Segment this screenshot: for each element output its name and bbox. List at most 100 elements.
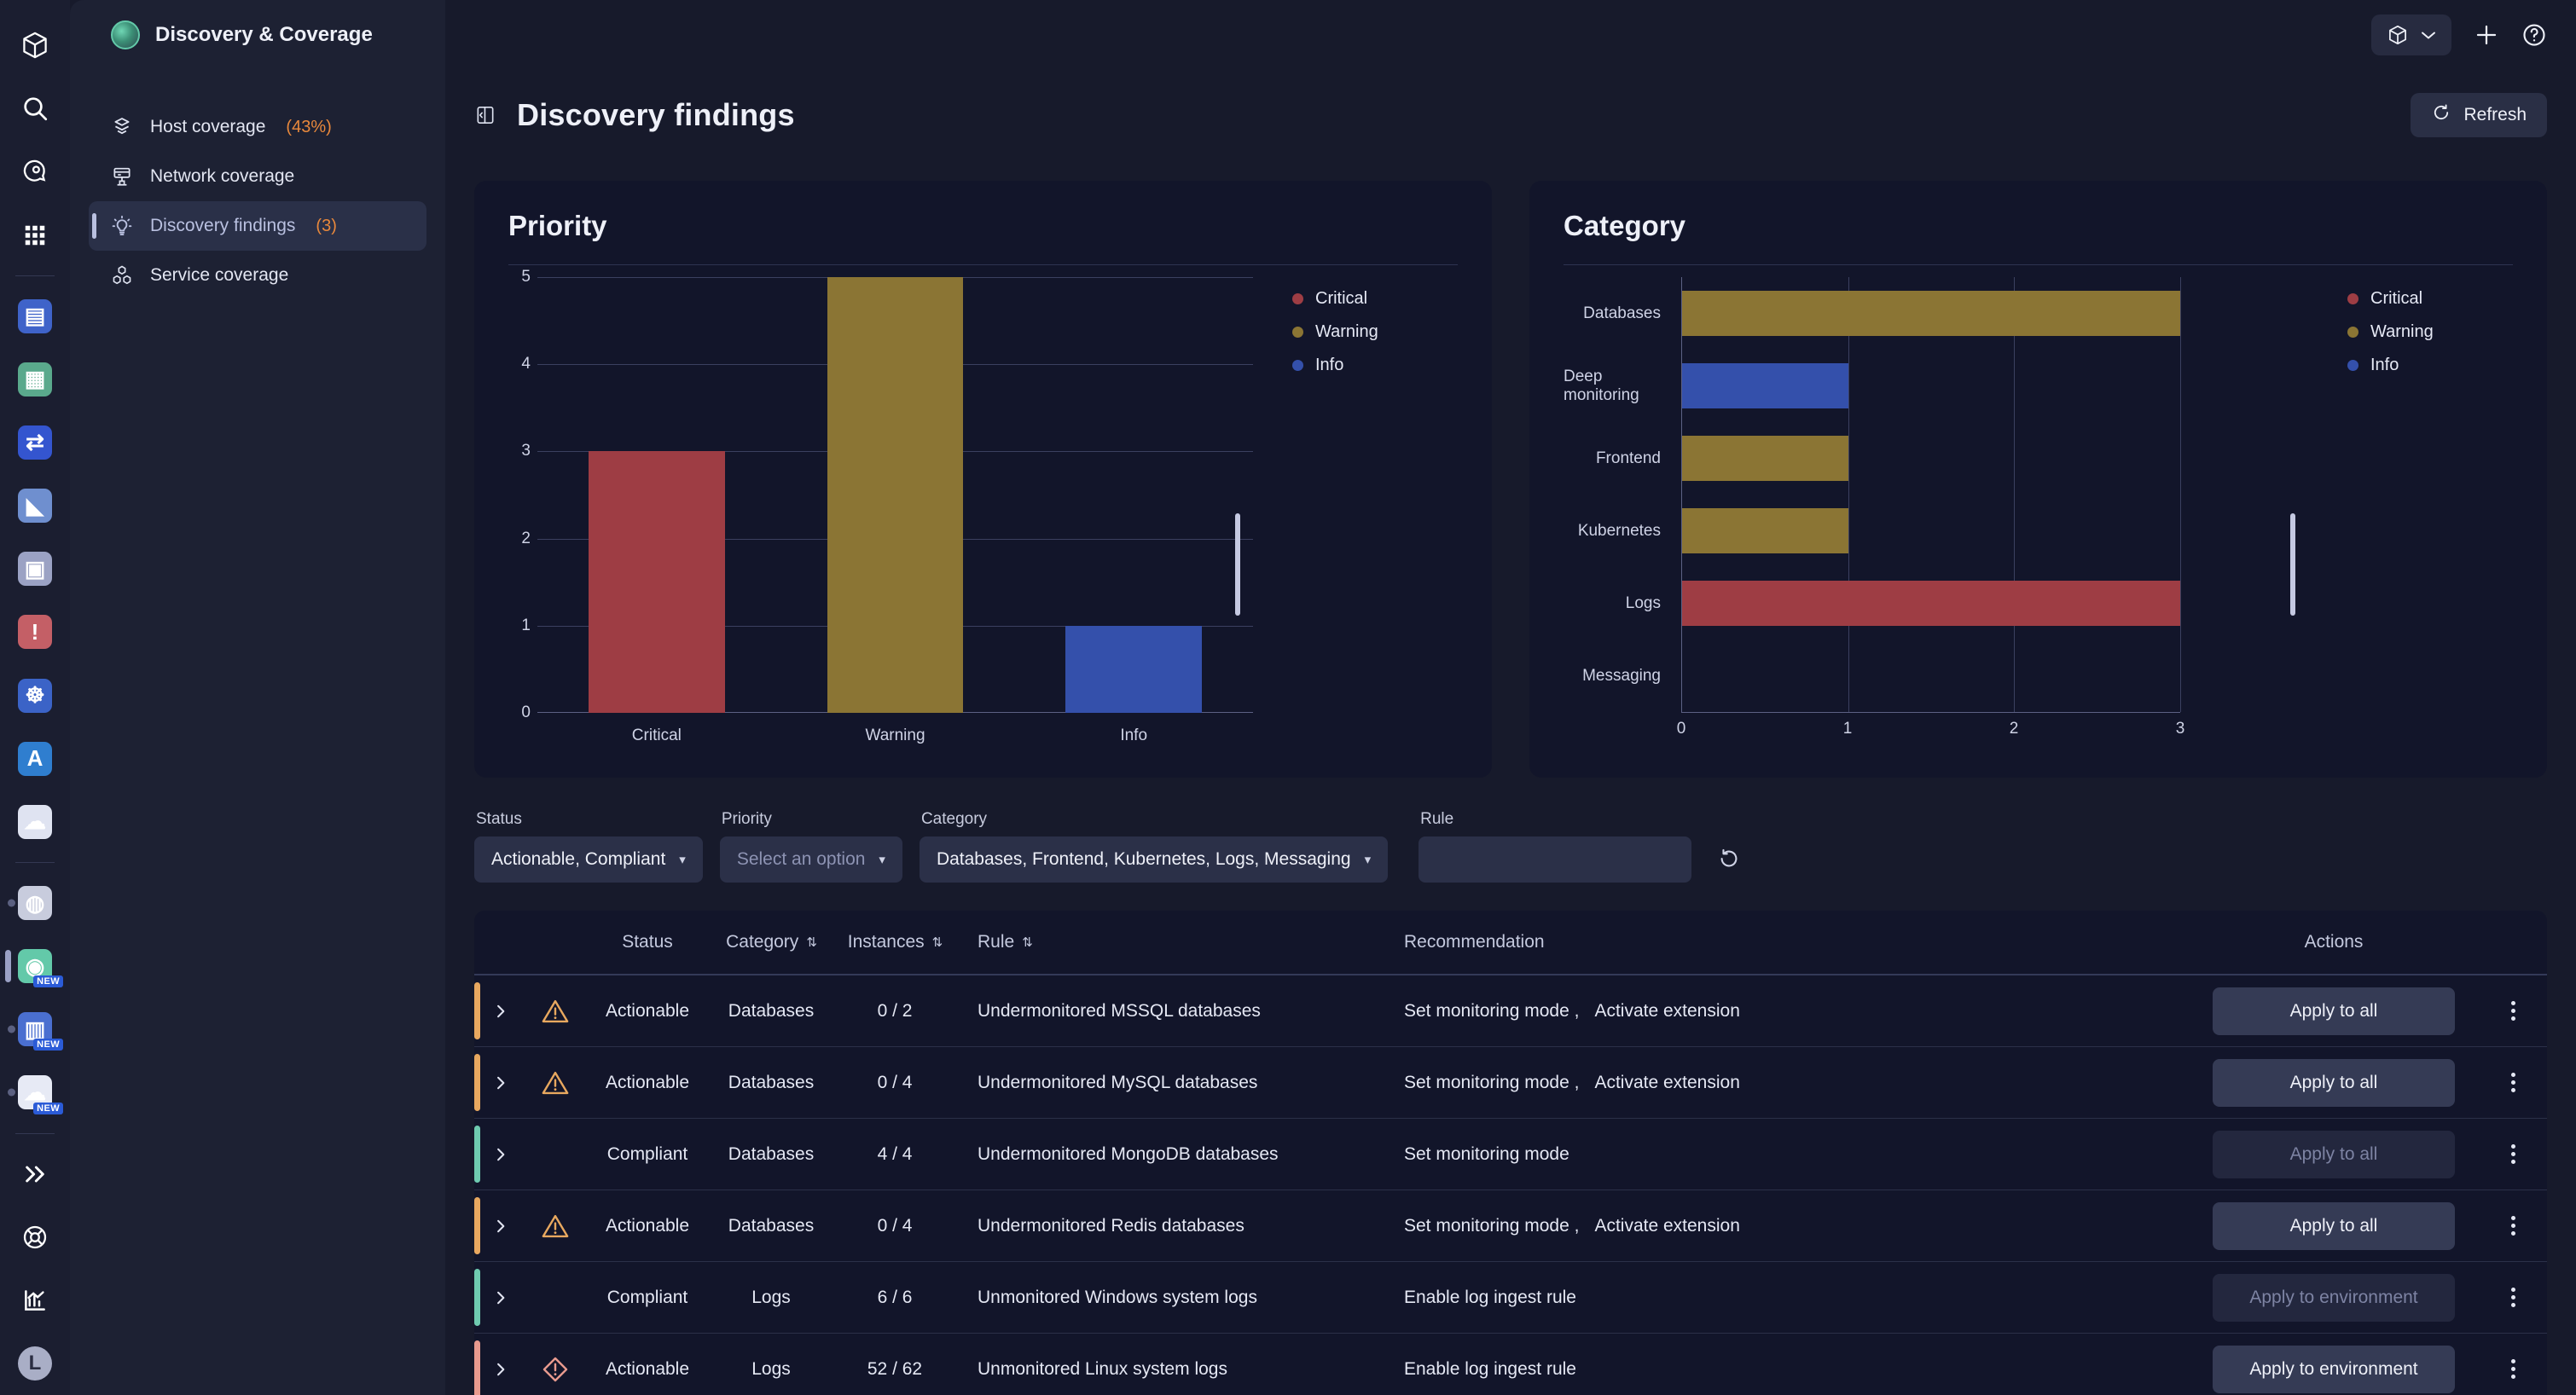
- row-expand-chevron-icon[interactable]: [474, 1146, 527, 1163]
- refresh-button[interactable]: Refresh: [2411, 93, 2547, 137]
- legend-item[interactable]: Warning: [1292, 322, 1458, 342]
- table-row[interactable]: ActionableLogs52 / 62Unmonitored Linux s…: [474, 1334, 2547, 1395]
- bar-critical[interactable]: [589, 451, 724, 713]
- legend-item[interactable]: Critical: [1292, 289, 1458, 309]
- search-icon[interactable]: [0, 77, 70, 140]
- table-row[interactable]: ActionableDatabases0 / 4Undermonitored R…: [474, 1190, 2547, 1262]
- legend-item[interactable]: Warning: [2347, 322, 2513, 342]
- data-ingest-icon[interactable]: ▥NEW: [0, 998, 70, 1061]
- legend-item[interactable]: Info: [2347, 356, 2513, 375]
- table-row[interactable]: CompliantLogs6 / 6Unmonitored Windows sy…: [474, 1262, 2547, 1334]
- recommendation-part: Set monitoring mode ,: [1404, 1073, 1579, 1093]
- kubernetes-icon[interactable]: ☸: [0, 664, 70, 727]
- bar-warning[interactable]: [827, 277, 963, 713]
- distributed-tracing-icon[interactable]: ⇄: [0, 411, 70, 474]
- row-more-menu-button[interactable]: [2479, 1073, 2547, 1092]
- bar-logs[interactable]: [1682, 581, 2180, 626]
- sort-arrows-icon[interactable]: ⇅: [806, 935, 816, 950]
- legend-item[interactable]: Info: [1292, 356, 1458, 375]
- expand-rail-icon[interactable]: [0, 1143, 70, 1206]
- platform-cube-icon[interactable]: [0, 14, 70, 77]
- row-more-menu-button[interactable]: [2479, 1216, 2547, 1236]
- x-axis-tick-label: 3: [2176, 720, 2185, 738]
- row-more-menu-button[interactable]: [2479, 1288, 2547, 1307]
- row-recommendation: Set monitoring mode ,Activate extension: [1385, 1216, 2189, 1236]
- card-divider: [508, 264, 1458, 265]
- rail-indicator-dot: [8, 1089, 15, 1097]
- service-icon: [109, 263, 135, 287]
- column-header-category[interactable]: Category⇅: [711, 932, 831, 952]
- davis-ai-icon[interactable]: [0, 140, 70, 203]
- row-expand-chevron-icon[interactable]: [474, 1361, 527, 1378]
- row-more-menu-button[interactable]: [2479, 1359, 2547, 1379]
- status-filter-group: Status Actionable, Compliant ▾: [474, 810, 703, 883]
- charts-row: Priority 012345CriticalWarningInfo Criti…: [474, 181, 2547, 778]
- expand-rail-icon: [17, 1156, 53, 1192]
- panel-collapse-icon[interactable]: [474, 104, 496, 126]
- discovery-coverage-icon[interactable]: ◉NEW: [0, 935, 70, 998]
- row-more-menu-button[interactable]: [2479, 1001, 2547, 1021]
- latency-gauge-icon[interactable]: ◍: [0, 871, 70, 935]
- bar-info[interactable]: [1065, 626, 1201, 713]
- row-status-stripe: [474, 1197, 480, 1254]
- bar-kubernetes[interactable]: [1682, 508, 1848, 553]
- column-header-rule[interactable]: Rule⇅: [959, 932, 1385, 952]
- user-avatar[interactable]: L: [0, 1332, 70, 1395]
- bar-databases[interactable]: [1682, 291, 2180, 336]
- bar-frontend[interactable]: [1682, 436, 1848, 481]
- row-expand-chevron-icon[interactable]: [474, 1074, 527, 1091]
- status-filter-select[interactable]: Actionable, Compliant ▾: [474, 836, 703, 883]
- analytics-icon[interactable]: [0, 1269, 70, 1332]
- rule-filter-input[interactable]: [1419, 836, 1691, 883]
- chart-scrollbar-thumb[interactable]: [2290, 513, 2295, 616]
- bar-deep-monitoring[interactable]: [1682, 363, 1848, 408]
- chart-scrollbar-thumb[interactable]: [1235, 513, 1240, 616]
- row-more-menu-button[interactable]: [2479, 1144, 2547, 1164]
- sort-arrows-icon[interactable]: ⇅: [932, 935, 943, 950]
- table-row[interactable]: ActionableDatabases0 / 2Undermonitored M…: [474, 975, 2547, 1047]
- hosts-icon[interactable]: ▤: [0, 285, 70, 348]
- row-category: Logs: [711, 1359, 831, 1380]
- network-icon: [109, 165, 135, 188]
- column-header-instances[interactable]: Instances ⇅: [831, 932, 959, 952]
- azure-icon[interactable]: A: [0, 727, 70, 790]
- sidebar-item-network-coverage[interactable]: Network coverage: [89, 152, 426, 201]
- row-category: Databases: [711, 1216, 831, 1236]
- apply-action-button[interactable]: Apply to environment: [2213, 1346, 2455, 1393]
- row-expand-chevron-icon[interactable]: [474, 1003, 527, 1020]
- support-lifebuoy-icon[interactable]: [0, 1206, 70, 1269]
- column-header-label: Instances: [848, 932, 925, 952]
- reset-filters-button[interactable]: [1709, 836, 1749, 883]
- row-expand-chevron-icon[interactable]: [474, 1289, 527, 1306]
- help-icon[interactable]: [2521, 22, 2547, 48]
- legend-label: Critical: [1315, 289, 1367, 309]
- apps-grid-icon[interactable]: [0, 203, 70, 266]
- priority-chart-card: Priority 012345CriticalWarningInfo Criti…: [474, 181, 1492, 778]
- table-row[interactable]: CompliantDatabases4 / 4Undermonitored Mo…: [474, 1119, 2547, 1190]
- row-expand-chevron-icon[interactable]: [474, 1218, 527, 1235]
- cloud-new-icon[interactable]: ☁NEW: [0, 1061, 70, 1124]
- sidebar-item-host-coverage[interactable]: Host coverage(43%): [89, 102, 426, 152]
- legend-item[interactable]: Critical: [2347, 289, 2513, 309]
- apply-action-button[interactable]: Apply to all: [2213, 1202, 2455, 1250]
- apply-action-button[interactable]: Apply to all: [2213, 1059, 2455, 1107]
- priority-filter-select[interactable]: Select an option ▾: [720, 836, 902, 883]
- service-flow-icon[interactable]: ◣: [0, 474, 70, 537]
- infrastructure-observability-icon[interactable]: ▦: [0, 348, 70, 411]
- sidebar-item-discovery-findings[interactable]: Discovery findings(3): [89, 201, 426, 251]
- problems-icon[interactable]: !: [0, 600, 70, 663]
- bars-group: [1682, 277, 2180, 712]
- dashboards-icon[interactable]: ▣: [0, 537, 70, 600]
- environment-switcher[interactable]: [2371, 14, 2451, 55]
- row-status-stripe: [474, 982, 480, 1039]
- sort-arrows-icon[interactable]: ⇅: [1022, 935, 1032, 950]
- add-icon[interactable]: [2474, 22, 2499, 48]
- table-row[interactable]: ActionableDatabases0 / 4Undermonitored M…: [474, 1047, 2547, 1119]
- cloud-services-icon[interactable]: ☁: [0, 790, 70, 854]
- apply-action-button[interactable]: Apply to all: [2213, 987, 2455, 1035]
- y-axis-tick-label: 3: [521, 442, 531, 460]
- category-filter-select[interactable]: Databases, Frontend, Kubernetes, Logs, M…: [920, 836, 1388, 883]
- sidebar-item-service-coverage[interactable]: Service coverage: [89, 251, 426, 300]
- app-title: Discovery & Coverage: [155, 23, 373, 47]
- rail-indicator-dot: [8, 900, 15, 907]
